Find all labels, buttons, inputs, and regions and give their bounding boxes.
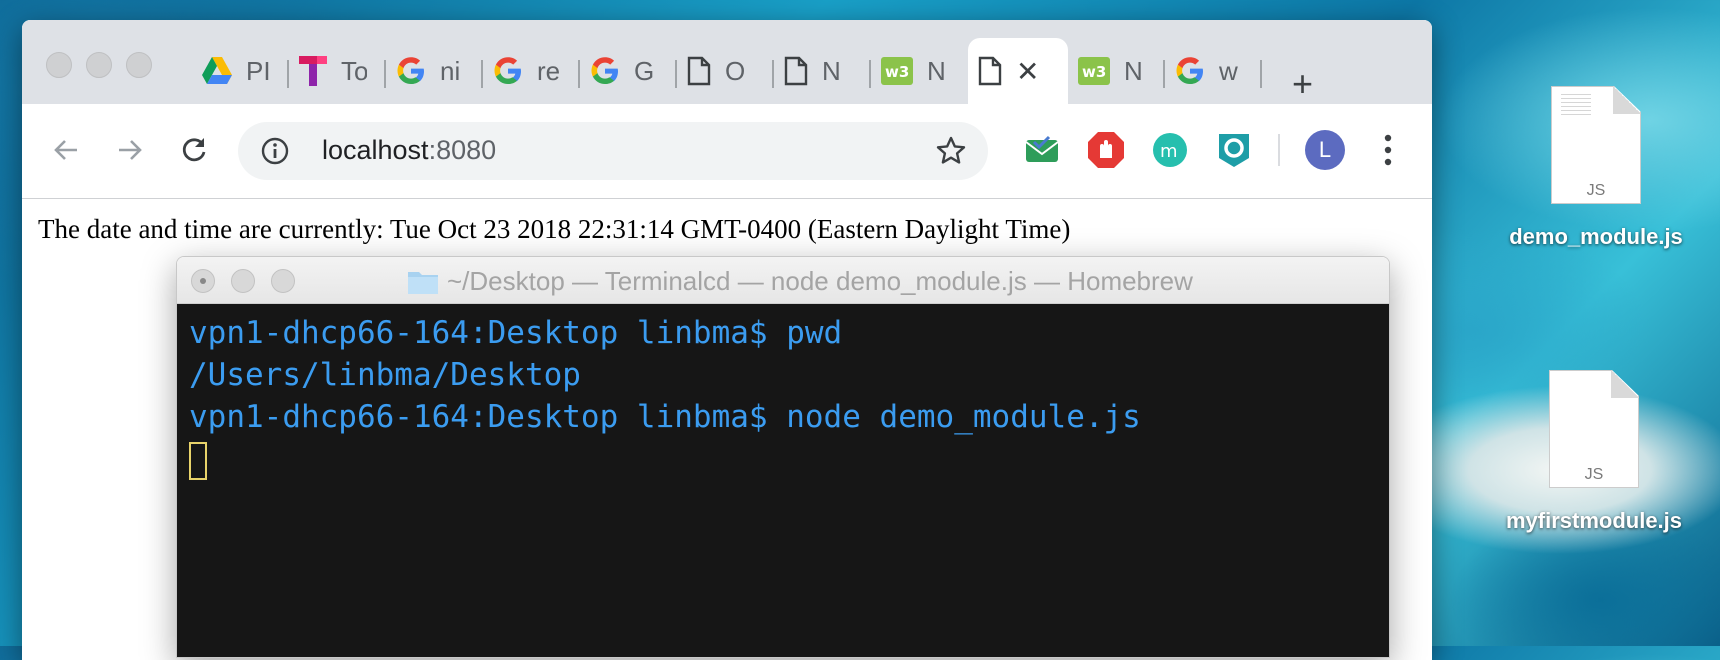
tab-1[interactable]: To [289, 38, 386, 104]
terminal-output[interactable]: vpn1-dhcp66-164:Desktop linbma$ pwd /Use… [177, 304, 1389, 657]
reload-icon [182, 138, 206, 162]
tab-9[interactable]: w3 N [1068, 38, 1165, 104]
close-window-button[interactable] [46, 52, 72, 78]
google-icon [494, 57, 521, 84]
forward-arrow-icon [119, 140, 142, 160]
terminal-cursor-line [189, 438, 1389, 491]
file-ext-label: JS [1584, 466, 1604, 483]
tab-title: ni [440, 55, 461, 86]
reload-button[interactable] [170, 126, 218, 174]
terminal-close-button[interactable] [191, 269, 215, 293]
js-file-icon: JS [1549, 370, 1639, 488]
terminal-minimize-button[interactable] [231, 269, 255, 293]
close-tab-icon[interactable]: ✕ [1016, 55, 1039, 88]
tab-3[interactable]: re [483, 38, 580, 104]
forward-button[interactable] [106, 126, 154, 174]
file-ext-label: JS [1586, 182, 1606, 199]
folder-icon [408, 271, 438, 294]
tab-strip: PI To ni re G O N w3 N ✕ w3 N w + [22, 20, 1432, 104]
desktop-file-demo-module[interactable]: JS demo_module.js [1496, 86, 1696, 250]
address-host: localhost [322, 135, 429, 165]
w3schools-icon: w3 [881, 57, 913, 85]
page-date-text: The date and time are currently: Tue Oct… [38, 214, 1071, 244]
terminal-line: /Users/linbma/Desktop [189, 357, 581, 393]
tab-0[interactable]: PI [192, 38, 289, 104]
t-logo-icon [299, 56, 327, 86]
w3schools-icon: w3 [1078, 57, 1110, 85]
svg-text:w3: w3 [885, 63, 909, 81]
back-arrow-icon [54, 140, 77, 160]
tab-title: G [634, 55, 655, 86]
tab-title: N [927, 55, 946, 86]
google-icon [397, 57, 424, 84]
new-tab-button[interactable]: + [1292, 66, 1313, 102]
terminal-zoom-button[interactable] [271, 269, 295, 293]
browser-toolbar: localhost:8080 m L [22, 104, 1432, 199]
tab-title: PI [246, 55, 271, 86]
document-icon [784, 56, 808, 86]
address-port: :8080 [428, 135, 497, 165]
terminal-line: vpn1-dhcp66-164:Desktop linbma$ pwd [189, 315, 843, 351]
document-icon [978, 56, 1002, 86]
momentum-extension-icon[interactable]: m [1150, 130, 1190, 170]
maximize-window-button[interactable] [126, 52, 152, 78]
address-bar[interactable]: localhost:8080 [238, 122, 988, 180]
minimize-window-button[interactable] [86, 52, 112, 78]
tab-title: w [1219, 55, 1238, 86]
mailtrack-extension-icon[interactable] [1022, 130, 1062, 170]
tab-10[interactable]: w [1165, 38, 1262, 104]
desktop-file-label: myfirstmodule.js [1505, 508, 1683, 533]
terminal-title-text: ~/Desktop — Terminalcd — node demo_modul… [447, 266, 1193, 296]
avatar-initial: L [1318, 137, 1332, 162]
terminal-title: ~/Desktop — Terminalcd — node demo_modul… [407, 266, 1193, 297]
tab-title: O [725, 55, 746, 86]
tab-title: N [1124, 55, 1143, 86]
google-icon [591, 57, 618, 84]
tab-title: re [537, 55, 561, 86]
adblock-extension-icon[interactable] [1086, 130, 1126, 170]
info-icon[interactable] [260, 136, 290, 166]
document-icon [687, 56, 711, 86]
back-button[interactable] [42, 126, 90, 174]
kebab-menu-icon[interactable] [1382, 132, 1394, 168]
js-file-icon: JS [1551, 86, 1641, 204]
terminal-line: vpn1-dhcp66-164:Desktop linbma$ node dem… [189, 399, 1141, 435]
terminal-title-bar[interactable]: ~/Desktop — Terminalcd — node demo_modul… [177, 257, 1389, 304]
bookmark-star-icon[interactable] [935, 135, 967, 167]
shield-extension-icon[interactable] [1214, 130, 1254, 170]
toolbar-divider [1278, 134, 1280, 166]
terminal-window: ~/Desktop — Terminalcd — node demo_modul… [176, 256, 1390, 658]
tab-5[interactable]: O [677, 38, 774, 104]
tab-2[interactable]: ni [386, 38, 483, 104]
desktop-file-label: demo_module.js [1509, 224, 1683, 249]
svg-text:w3: w3 [1082, 63, 1106, 81]
tab-6[interactable]: N [774, 38, 871, 104]
google-icon [1176, 57, 1203, 84]
terminal-cursor [189, 442, 207, 480]
tab-title: To [341, 55, 367, 86]
desktop-file-myfirstmodule[interactable]: JS myfirstmodule.js [1494, 370, 1694, 534]
tab-title: N [822, 55, 841, 86]
google-drive-icon [202, 57, 232, 84]
address-text: localhost:8080 [322, 135, 496, 166]
svg-text:m: m [1160, 141, 1178, 162]
profile-avatar[interactable]: L [1305, 130, 1345, 170]
tab-7[interactable]: w3 N [871, 38, 968, 104]
tab-4[interactable]: G [580, 38, 677, 104]
tab-8-active[interactable]: ✕ [968, 38, 1068, 104]
